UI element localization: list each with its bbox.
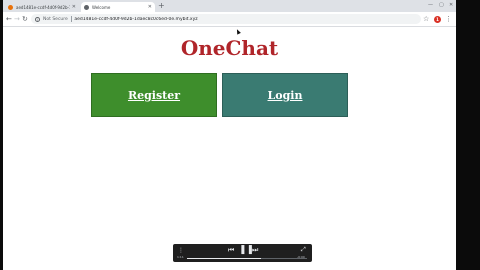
fast-forward-icon[interactable]: ⏭	[252, 246, 258, 255]
video-player-controls: ⋮ ⏮ ❚❚ ⏭ ⤢ 1:11 -0:00	[173, 244, 312, 262]
tab-title: Welcome	[92, 4, 111, 10]
tab-title: aed1481e-ccdf-4d0f-9d2b-1daeec…	[16, 4, 70, 10]
elapsed-time: 1:11	[177, 255, 184, 259]
register-button[interactable]: Register	[91, 73, 217, 117]
tab-inactive[interactable]: aed1481e-ccdf-4d0f-9d2b-1daeec… ✕	[5, 2, 79, 12]
progress-fill	[187, 258, 262, 259]
url-text[interactable]: aed1481e-ccdf-4d0f-9d2b-1daec8c0c6ed-0e.…	[74, 17, 197, 22]
browser-window: aed1481e-ccdf-4d0f-9d2b-1daeec… ✕ Welcom…	[3, 0, 456, 270]
fullscreen-icon[interactable]: ⤢	[301, 246, 306, 254]
address-bar[interactable]: i Not Secure aed1481e-ccdf-4d0f-9d2b-1da…	[31, 14, 421, 24]
register-link[interactable]: Register	[128, 89, 180, 102]
close-icon[interactable]: ✕	[148, 4, 152, 10]
info-icon[interactable]: i	[35, 16, 40, 22]
new-tab-button[interactable]: +	[158, 2, 165, 10]
tab-favicon-icon	[8, 4, 13, 10]
bookmark-star-icon[interactable]: ☆	[423, 15, 429, 23]
rewind-icon[interactable]: ⏮	[228, 246, 234, 255]
back-icon[interactable]: ←	[6, 15, 12, 23]
tab-active[interactable]: Welcome ✕	[81, 2, 155, 12]
mouse-cursor-icon	[235, 28, 241, 35]
progress-track[interactable]	[187, 258, 307, 259]
reload-icon[interactable]: ↻	[22, 15, 28, 23]
browser-toolbar: ← → ↻ i Not Secure aed1481e-ccdf-4d0f-9d…	[3, 12, 456, 27]
close-window-icon[interactable]: ✕	[449, 2, 453, 8]
login-button[interactable]: Login	[222, 73, 348, 117]
login-link[interactable]: Login	[268, 89, 303, 102]
divider	[70, 16, 72, 22]
maximize-icon[interactable]: ▢	[439, 2, 444, 8]
captions-icon[interactable]: ⋮	[178, 247, 184, 254]
globe-icon	[84, 4, 89, 10]
minimize-icon[interactable]: —	[428, 2, 433, 8]
forward-icon[interactable]: →	[14, 15, 20, 23]
video-letterbox-right	[456, 0, 480, 270]
menu-kebab-icon[interactable]: ⋮	[445, 15, 452, 23]
security-label: Not Secure	[43, 16, 68, 22]
page-title: OneChat	[180, 36, 279, 60]
tab-strip: aed1481e-ccdf-4d0f-9d2b-1daeec… ✕ Welcom…	[3, 0, 456, 12]
close-icon[interactable]: ✕	[72, 4, 76, 10]
extension-badge-icon[interactable]: 1	[434, 16, 441, 23]
